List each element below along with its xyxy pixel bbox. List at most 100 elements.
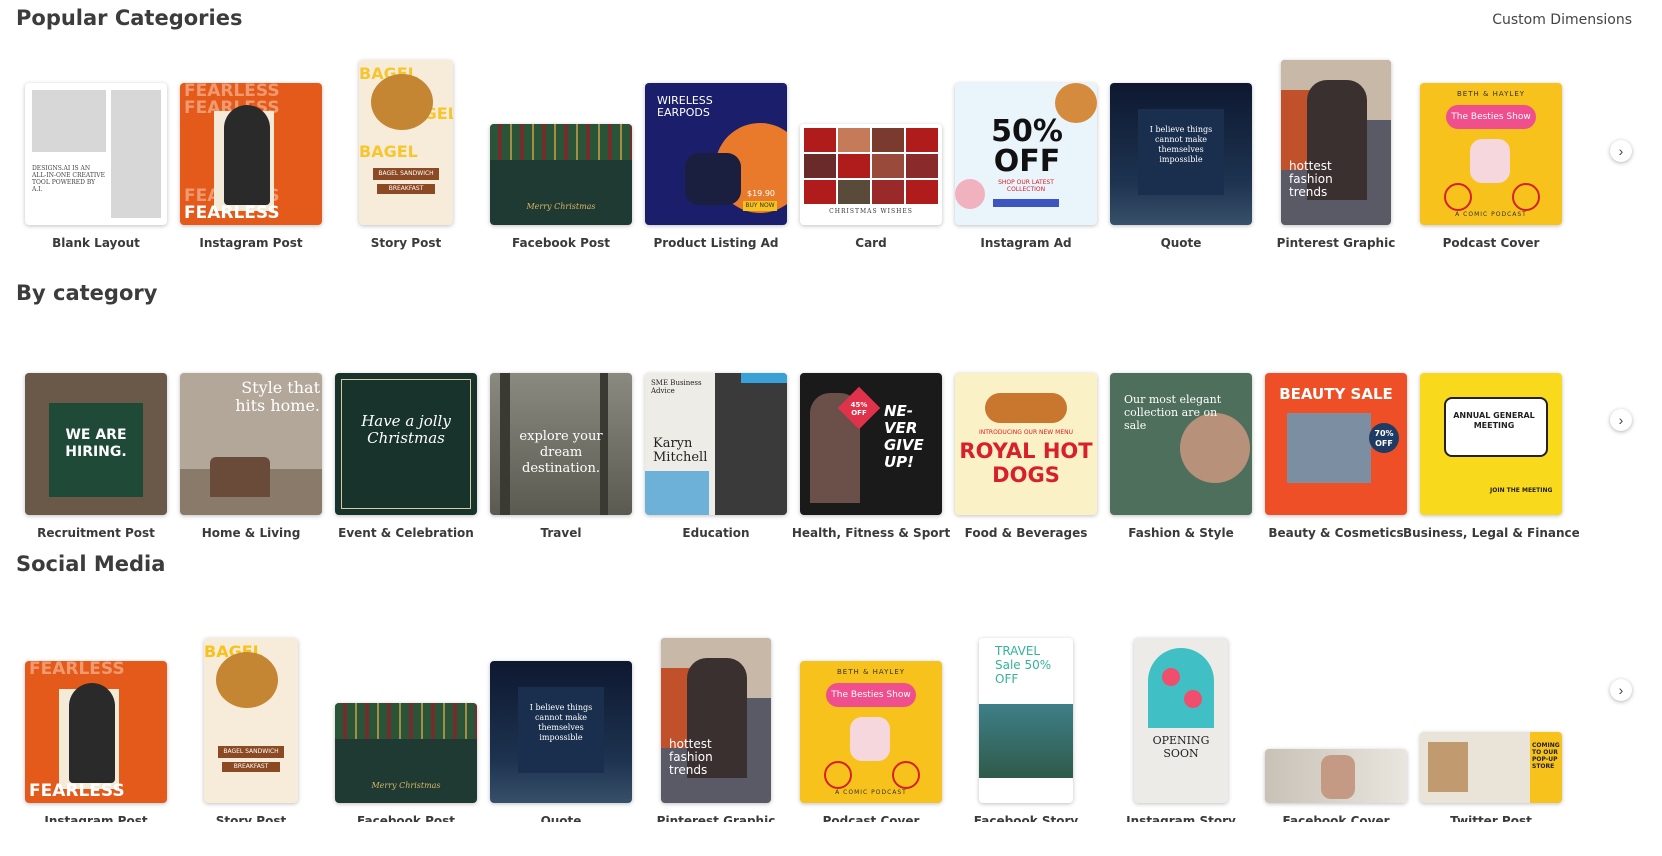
facebook-cover-thumbnail [1265, 749, 1407, 803]
template-card[interactable]: hottest fashion trends Pinterest Graphic [638, 612, 794, 822]
template-card[interactable]: WIRELESS EARPODS $19.90 BUY NOW Product … [638, 40, 794, 250]
health-fitness-thumbnail: 45% OFF NE- VER GIVE UP! [800, 373, 942, 515]
card-label: Travel [540, 526, 582, 540]
card-label: Facebook Post [512, 236, 610, 250]
card-label: Beauty & Cosmetics [1268, 526, 1404, 540]
card-label: Recruitment Post [37, 526, 155, 540]
template-card[interactable]: CHRISTMAS WISHES Card [793, 40, 949, 250]
card-label: Instagram Ad [980, 236, 1072, 250]
home-living-thumbnail: Style that hits home. [180, 373, 322, 515]
template-card[interactable]: explore your dream destination. Travel [483, 330, 639, 540]
template-card[interactable]: OPENING SOON Instagram Story [1103, 612, 1259, 822]
card-label: Food & Beverages [964, 526, 1088, 540]
social-media-row: FEARLESS FEARLESS Instagram Post BAGEL B… [0, 612, 1636, 822]
template-card[interactable]: DESIGNS.AI IS AN ALL-IN-ONE CREATIVE TOO… [18, 40, 174, 250]
template-card[interactable]: WE ARE HIRING. Recruitment Post [18, 330, 174, 540]
template-card[interactable]: I believe things cannot make themselves … [1103, 40, 1259, 250]
instagram-post-thumbnail: FEARLESS FEARLESS [25, 661, 167, 803]
template-card[interactable]: Our most elegant collection are on sale … [1103, 330, 1259, 540]
travel-thumbnail: explore your dream destination. [490, 373, 632, 515]
card-label: Home & Living [201, 526, 301, 540]
template-card[interactable]: Facebook Cover [1258, 612, 1414, 822]
education-thumbnail: SME Business Advice Karyn Mitchell [645, 373, 787, 515]
card-label: Business, Legal & Finance [1403, 526, 1579, 540]
card-label: Event & Celebration [338, 526, 474, 540]
template-card[interactable]: Merry Christmas Facebook Post [328, 612, 484, 822]
template-card[interactable]: hottest fashion trends Pinterest Graphic [1258, 40, 1414, 250]
card-label: Pinterest Graphic [656, 814, 776, 822]
card-label: Podcast Cover [822, 814, 920, 822]
twitter-post-thumbnail: COMING TO OUR POP-UP STORE [1420, 732, 1562, 803]
card-label: Health, Fitness & Sport [791, 526, 951, 540]
blank-layout-thumbnail: DESIGNS.AI IS AN ALL-IN-ONE CREATIVE TOO… [25, 83, 167, 225]
business-legal-thumbnail: ANNUAL GENERAL MEETING JOIN THE MEETING [1420, 373, 1562, 515]
template-card[interactable]: FEARLESS FEARLESS FEARLESS FEARLESS Inst… [173, 40, 329, 250]
podcast-cover-thumbnail: BETH & HAYLEY The Besties Show A COMIC P… [800, 661, 942, 803]
card-label: Facebook Story [973, 814, 1079, 822]
beauty-cosmetics-thumbnail: BEAUTY SALE 70% OFF [1265, 373, 1407, 515]
card-label: Quote [540, 814, 582, 822]
card-label: Facebook Cover [1282, 814, 1390, 822]
template-card[interactable]: SME Business Advice Karyn Mitchell Educa… [638, 330, 794, 540]
template-card[interactable]: BETH & HAYLEY The Besties Show A COMIC P… [793, 612, 949, 822]
instagram-ad-thumbnail: 50% OFF SHOP OUR LATEST COLLECTION [955, 83, 1097, 225]
template-card[interactable]: Have a jolly Christmas Event & Celebrati… [328, 330, 484, 540]
template-card[interactable]: Merry Christmas Facebook Post [483, 40, 639, 250]
story-post-thumbnail: BAGEL BAGEL BAGEL BAGEL SANDWICH BREAKFA… [359, 60, 453, 225]
facebook-story-thumbnail: TRAVEL Sale 50% OFF [979, 638, 1073, 803]
chevron-right-icon[interactable]: › [1610, 140, 1632, 162]
card-label: Instagram Post [44, 814, 148, 822]
template-card[interactable]: INTRODUCING OUR NEW MENU ROYAL HOT DOGS … [948, 330, 1104, 540]
facebook-post-thumbnail: Merry Christmas [335, 703, 477, 803]
template-card[interactable]: BAGEL BAGEL BAGEL BAGEL SANDWICH BREAKFA… [328, 40, 484, 250]
instagram-post-thumbnail: FEARLESS FEARLESS FEARLESS FEARLESS [180, 83, 322, 225]
card-label: Story Post [370, 236, 442, 250]
recruitment-post-thumbnail: WE ARE HIRING. [25, 373, 167, 515]
fashion-style-thumbnail: Our most elegant collection are on sale [1110, 373, 1252, 515]
card-label: Blank Layout [52, 236, 140, 250]
chevron-right-icon[interactable]: › [1610, 679, 1632, 701]
template-card[interactable]: COMING TO OUR POP-UP STORE Twitter Post [1413, 612, 1569, 822]
section-title-popular: Popular Categories [16, 6, 243, 30]
by-category-row: WE ARE HIRING. Recruitment Post Style th… [0, 330, 1636, 540]
card-label: Instagram Post [199, 236, 303, 250]
card-label: Pinterest Graphic [1276, 236, 1396, 250]
card-label: Education [682, 526, 750, 540]
popular-categories-row: DESIGNS.AI IS AN ALL-IN-ONE CREATIVE TOO… [0, 40, 1636, 250]
card-label: Twitter Post [1450, 814, 1532, 822]
pinterest-graphic-thumbnail: hottest fashion trends [1281, 60, 1391, 225]
section-title-social-media: Social Media [16, 552, 166, 576]
template-card[interactable]: Style that hits home. Home & Living [173, 330, 329, 540]
card-label: Product Listing Ad [653, 236, 779, 250]
card-label: Podcast Cover [1442, 236, 1540, 250]
section-title-by-category: By category [16, 281, 158, 305]
pinterest-graphic-thumbnail: hottest fashion trends [661, 638, 771, 803]
product-listing-ad-thumbnail: WIRELESS EARPODS $19.90 BUY NOW [645, 83, 787, 225]
podcast-cover-thumbnail: BETH & HAYLEY The Besties Show A COMIC P… [1420, 83, 1562, 225]
template-card[interactable]: ANNUAL GENERAL MEETING JOIN THE MEETING … [1403, 330, 1579, 540]
card-thumbnail: CHRISTMAS WISHES [800, 124, 942, 225]
card-label: Card [855, 236, 887, 250]
template-card[interactable]: BAGEL BAGEL SANDWICH BREAKFAST Story Pos… [173, 612, 329, 822]
event-celebration-thumbnail: Have a jolly Christmas [335, 373, 477, 515]
card-label: Fashion & Style [1128, 526, 1234, 540]
card-label: Story Post [215, 814, 287, 822]
template-card[interactable]: BETH & HAYLEY The Besties Show A COMIC P… [1413, 40, 1569, 250]
chevron-right-icon[interactable]: › [1610, 409, 1632, 431]
facebook-post-thumbnail: Merry Christmas [490, 124, 632, 225]
quote-thumbnail: I believe things cannot make themselves … [490, 661, 632, 803]
quote-thumbnail: I believe things cannot make themselves … [1110, 83, 1252, 225]
card-label: Instagram Story [1126, 814, 1236, 822]
card-label: Quote [1160, 236, 1202, 250]
story-post-thumbnail: BAGEL BAGEL SANDWICH BREAKFAST [204, 638, 298, 803]
custom-dimensions-link[interactable]: Custom Dimensions [1492, 12, 1632, 28]
template-card[interactable]: 50% OFF SHOP OUR LATEST COLLECTION Insta… [948, 40, 1104, 250]
card-label: Facebook Post [357, 814, 455, 822]
instagram-story-thumbnail: OPENING SOON [1134, 638, 1228, 803]
template-card[interactable]: I believe things cannot make themselves … [483, 612, 639, 822]
template-card[interactable]: FEARLESS FEARLESS Instagram Post [18, 612, 174, 822]
template-card[interactable]: 45% OFF NE- VER GIVE UP! Health, Fitness… [792, 330, 950, 540]
template-card[interactable]: TRAVEL Sale 50% OFF Facebook Story [948, 612, 1104, 822]
template-card[interactable]: BEAUTY SALE 70% OFF Beauty & Cosmetics [1258, 330, 1414, 540]
food-beverages-thumbnail: INTRODUCING OUR NEW MENU ROYAL HOT DOGS [955, 373, 1097, 515]
